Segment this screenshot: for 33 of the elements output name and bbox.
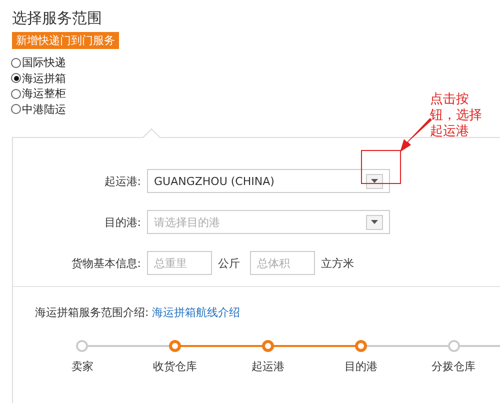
radio-button[interactable] [11,73,21,84]
caret-icon [371,220,378,224]
step-label: 目的港 [344,359,378,374]
unit-label: 立方米 [321,256,354,270]
radio-button[interactable] [11,104,21,114]
intro-label: 海运拼箱服务范围介绍: [35,306,149,319]
annotation-text: 点击按 [430,92,470,108]
promo-badge: 新增快递门到门服务 [12,32,119,49]
unit-label: 公斤 [218,256,240,270]
dropdown-button[interactable] [366,214,383,230]
radio-label[interactable]: 中港陆运 [22,102,66,117]
radio-button[interactable] [11,88,21,99]
field-label: 货物基本信息: [70,256,142,270]
annotation-text: 起运港 [430,124,470,140]
origin-port-select[interactable]: GUANGZHOU (CHINA) [147,169,390,193]
caret-icon [371,179,378,183]
radio-label[interactable]: 海运拼箱 [22,70,66,86]
field-label: 目的港: [103,214,142,230]
dropdown-button[interactable] [366,174,383,188]
step-label: 分拨仓库 [432,359,476,374]
section-title: 选择服务范围 [12,8,103,28]
radio-button[interactable] [11,58,21,68]
route-link[interactable]: 海运拼箱航线介绍 [152,306,240,319]
step-label: 卖家 [71,359,94,374]
step-label: 收货仓库 [153,359,198,374]
field-label: 起运港: [103,174,142,188]
radio-label[interactable]: 海运整柜 [22,86,66,102]
volume-field[interactable]: 总体积 [250,251,315,275]
highlight-box [361,150,401,184]
annotation-text: 钮，选择 [430,108,482,124]
weight-field[interactable]: 总重里 [147,251,212,275]
step-label: 起运港 [251,359,284,374]
radio-label[interactable]: 国际快递 [22,55,66,70]
